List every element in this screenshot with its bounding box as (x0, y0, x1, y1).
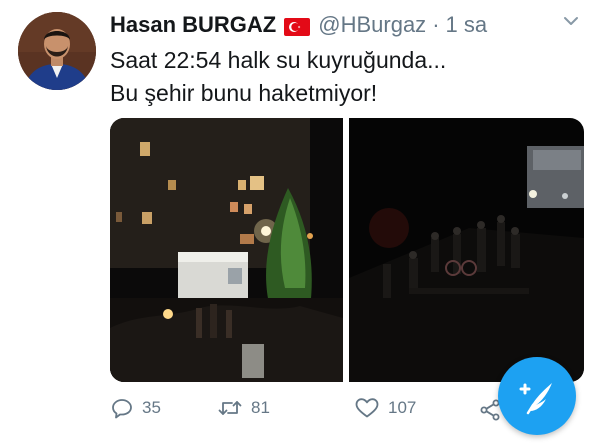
tweet-text: Saat 22:54 halk su kuyruğunda... Bu şehi… (110, 44, 446, 110)
like-button[interactable]: 107 (354, 396, 416, 420)
avatar[interactable] (18, 12, 96, 90)
reply-icon (112, 399, 132, 419)
chevron-down-icon[interactable] (560, 10, 582, 32)
turkey-flag-icon (284, 16, 311, 36)
tweet-timestamp[interactable]: 1 sa (446, 12, 488, 38)
compose-tweet-icon (519, 383, 552, 415)
retweet-count: 81 (251, 398, 270, 417)
media-photo-left[interactable] (110, 118, 343, 382)
reply-count: 35 (142, 398, 161, 417)
tweet-header: Hasan BURGAZ @HBurgaz · 1 sa (110, 10, 570, 40)
author-handle[interactable]: @HBurgaz (318, 12, 426, 38)
author-name[interactable]: Hasan BURGAZ (110, 12, 276, 38)
compose-tweet-button[interactable] (498, 357, 576, 435)
meta-separator: · (432, 12, 440, 37)
heart-icon (355, 398, 379, 418)
media-photo-right[interactable] (349, 118, 584, 382)
tweet-card[interactable]: Hasan BURGAZ @HBurgaz · 1 sa Saat 22:54 … (0, 0, 600, 443)
tweet-text-line: Bu şehir bunu haketmiyor! (110, 80, 378, 106)
retweet-icon (218, 401, 242, 415)
like-count: 107 (388, 398, 417, 417)
tweet-text-line: Saat 22:54 halk su kuyruğunda... (110, 47, 447, 73)
reply-button[interactable]: 35 (110, 396, 161, 420)
retweet-button[interactable]: 81 (217, 396, 270, 420)
tweet-media (110, 118, 584, 382)
